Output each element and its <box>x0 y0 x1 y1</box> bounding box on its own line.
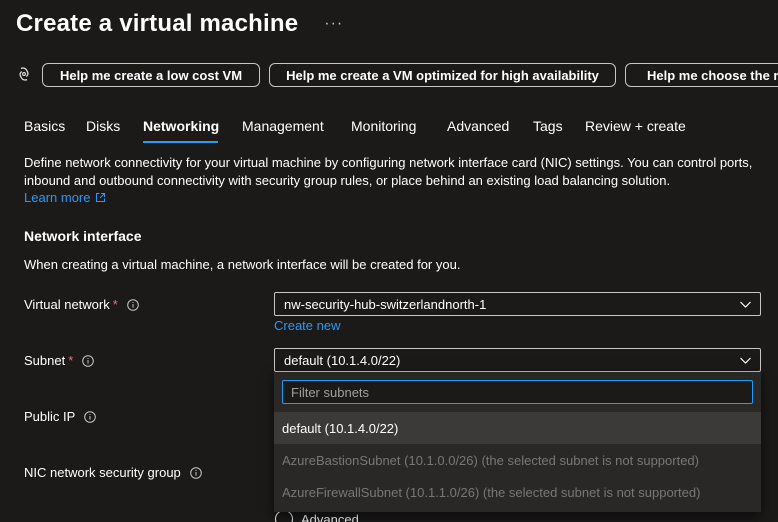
info-icon[interactable] <box>127 298 139 311</box>
virtual-network-label-text: Virtual network <box>24 297 110 312</box>
page-title: Create a virtual machine <box>16 10 299 37</box>
tab-networking[interactable]: Networking <box>143 118 219 134</box>
tab-basics[interactable]: Basics <box>24 118 65 134</box>
subnet-value: default (10.1.4.0/22) <box>284 352 401 368</box>
tab-monitoring[interactable]: Monitoring <box>351 118 416 134</box>
tab-disks[interactable]: Disks <box>86 118 120 134</box>
network-interface-description: When creating a virtual machine, a netwo… <box>24 257 461 272</box>
filter-subnets-input[interactable] <box>282 380 753 404</box>
virtual-network-dropdown[interactable]: nw-security-hub-switzerlandnorth-1 <box>274 292 761 316</box>
suggestion-choose-size-button[interactable]: Help me choose the right VM size <box>625 63 778 87</box>
create-new-virtual-network-link[interactable]: Create new <box>274 318 340 333</box>
nic-nsg-label-text: NIC network security group <box>24 465 181 480</box>
tab-review-create[interactable]: Review + create <box>585 118 686 134</box>
nsg-advanced-label: Advanced <box>301 511 359 522</box>
active-tab-indicator <box>143 141 218 143</box>
more-options-button[interactable]: ··· <box>324 15 343 33</box>
required-mark: * <box>68 353 74 368</box>
networking-description: Define network connectivity for your vir… <box>24 155 753 188</box>
public-ip-label: Public IP <box>24 409 97 424</box>
tab-tags[interactable]: Tags <box>533 118 563 134</box>
tab-management[interactable]: Management <box>242 118 324 134</box>
suggestion-low-cost-vm-button[interactable]: Help me create a low cost VM <box>42 63 260 87</box>
required-mark: * <box>112 297 118 312</box>
public-ip-label-text: Public IP <box>24 409 76 424</box>
chevron-down-icon <box>740 301 751 308</box>
subnet-option-default[interactable]: default (10.1.4.0/22) <box>274 412 761 444</box>
network-interface-heading: Network interface <box>24 228 142 244</box>
subnet-dropdown[interactable]: default (10.1.4.0/22) <box>274 348 761 372</box>
subnet-option-azure-bastion: AzureBastionSubnet (10.1.0.0/26) (the se… <box>282 452 699 468</box>
tab-advanced[interactable]: Advanced <box>447 118 509 134</box>
subnet-option-azure-firewall: AzureFirewallSubnet (10.1.1.0/26) (the s… <box>282 484 701 500</box>
info-icon[interactable] <box>189 466 202 479</box>
info-icon[interactable] <box>82 354 95 367</box>
subnet-label: Subnet * <box>24 353 95 368</box>
learn-more-link[interactable]: Learn more <box>24 190 106 205</box>
external-link-icon <box>96 193 106 202</box>
virtual-network-label: Virtual network * <box>24 297 139 312</box>
title-row: Create a virtual machine ··· <box>16 8 343 40</box>
subnet-label-text: Subnet <box>24 353 66 368</box>
suggestion-high-availability-button[interactable]: Help me create a VM optimized for high a… <box>269 63 616 87</box>
copilot-icon <box>19 67 29 81</box>
tab-bar: Basics Disks Networking Management Monit… <box>0 112 778 143</box>
virtual-network-value: nw-security-hub-switzerlandnorth-1 <box>284 296 487 312</box>
chevron-down-icon <box>740 357 751 364</box>
nic-nsg-label: NIC network security group <box>24 465 202 480</box>
subnet-dropdown-flyout: default (10.1.4.0/22) AzureBastionSubnet… <box>274 372 761 512</box>
learn-more-label: Learn more <box>24 190 91 205</box>
info-icon[interactable] <box>84 410 97 423</box>
